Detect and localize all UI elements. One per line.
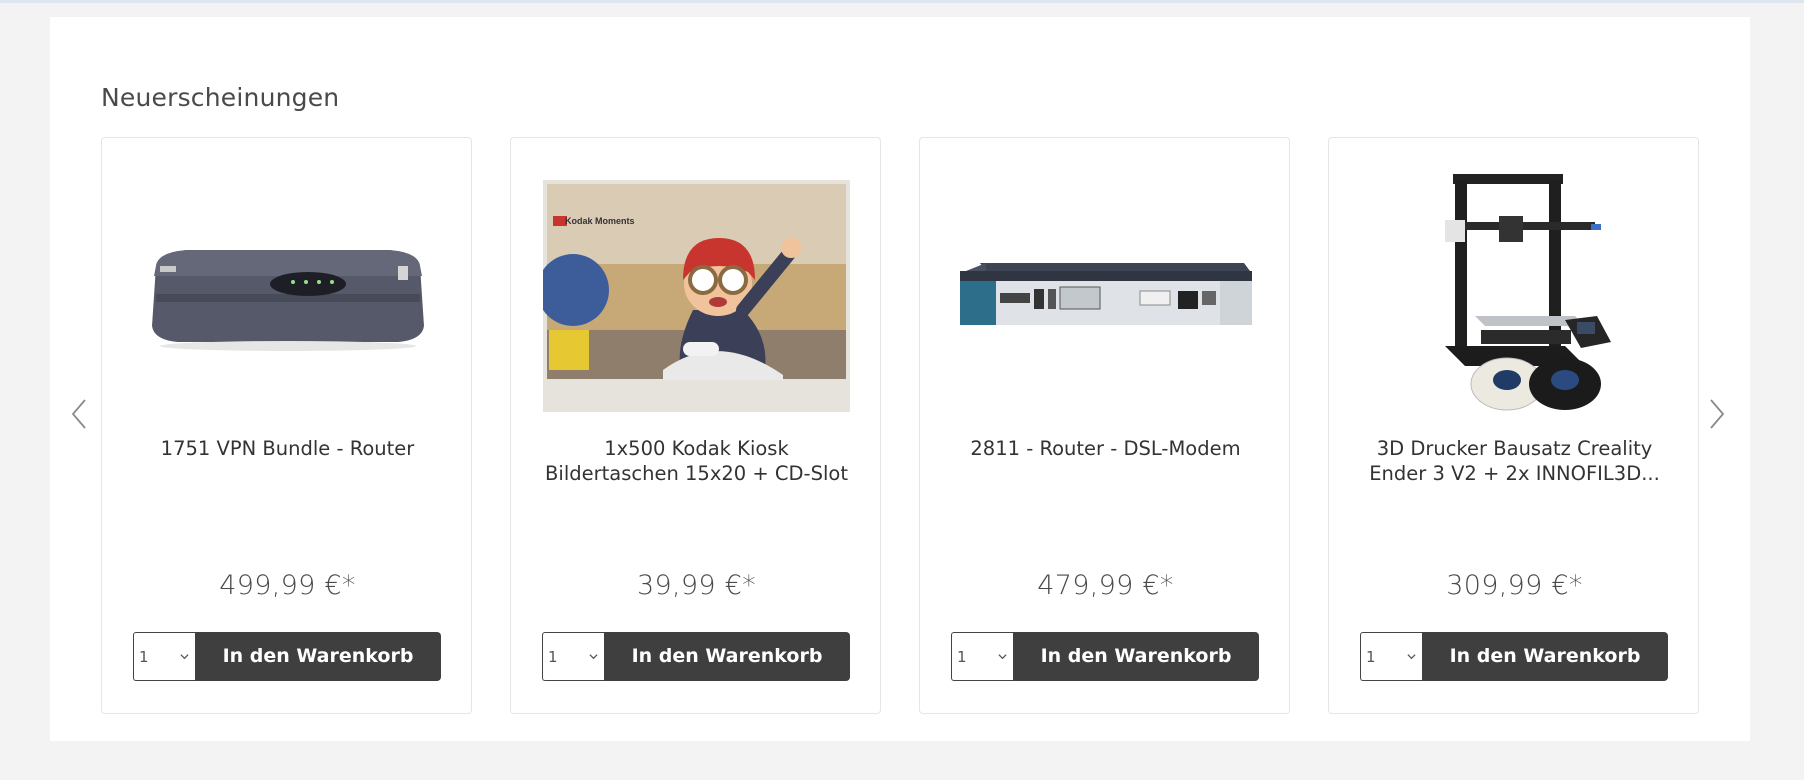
quantity-select[interactable]: 1 (1360, 632, 1422, 681)
chevron-down-icon (180, 654, 189, 660)
quantity-select[interactable]: 1 (133, 632, 195, 681)
product-image[interactable]: Kodak Moments (541, 163, 852, 428)
cisco-2811-rack-router-image (959, 262, 1252, 325)
new-releases-panel: Neuerscheinungen 1751 VPN Bundle - Route… (50, 17, 1750, 741)
product-price: 499,99 €* (219, 570, 356, 601)
chevron-right-icon (1710, 399, 1725, 429)
product-card: 2811 - Router - DSL-Modem 479,99 €* 1 In… (919, 137, 1290, 714)
product-card: Kodak Moments 1x500 Kodak Kiosk Bilderta… (510, 137, 881, 714)
kodak-moments-photo-envelope-image: Kodak Moments (543, 179, 850, 412)
product-price: 479,99 €* (1037, 570, 1174, 601)
chevron-down-icon (1407, 654, 1416, 660)
add-to-cart-button[interactable]: In den Warenkorb (1013, 632, 1259, 681)
product-name[interactable]: 2811 - Router - DSL-Modem (950, 436, 1261, 461)
creality-ender-3d-printer-image (1444, 173, 1611, 410)
product-image[interactable] (950, 163, 1261, 428)
image-brand-text: Kodak Moments (565, 216, 635, 226)
quantity-value: 1 (1366, 647, 1376, 666)
section-title: Neuerscheinungen (101, 83, 340, 112)
quantity-value: 1 (139, 647, 149, 666)
chevron-down-icon (998, 654, 1007, 660)
add-to-cart-button[interactable]: In den Warenkorb (195, 632, 441, 681)
chevron-down-icon (589, 654, 598, 660)
product-name[interactable]: 1751 VPN Bundle - Router (132, 436, 443, 461)
header-divider (0, 0, 1804, 3)
add-to-cart-button[interactable]: In den Warenkorb (604, 632, 850, 681)
product-image[interactable] (1359, 163, 1670, 428)
product-card: 1751 VPN Bundle - Router 499,99 €* 1 In … (101, 137, 472, 714)
carousel-next-button[interactable] (1702, 379, 1732, 449)
quantity-value: 1 (957, 647, 967, 666)
product-card: 3D Drucker Bausatz Creality Ender 3 V2 +… (1328, 137, 1699, 714)
product-price: 309,99 €* (1446, 570, 1583, 601)
add-to-cart-button[interactable]: In den Warenkorb (1422, 632, 1668, 681)
product-name[interactable]: 1x500 Kodak Kiosk Bildertaschen 15x20 + … (541, 436, 852, 486)
product-name[interactable]: 3D Drucker Bausatz Creality Ender 3 V2 +… (1359, 436, 1670, 486)
cisco-1751-router-image (151, 249, 424, 351)
product-price: 39,99 €* (637, 570, 756, 601)
quantity-value: 1 (548, 647, 558, 666)
carousel-prev-button[interactable] (64, 379, 94, 449)
chevron-left-icon (71, 399, 86, 429)
quantity-select[interactable]: 1 (542, 632, 604, 681)
product-image[interactable] (132, 163, 443, 428)
quantity-select[interactable]: 1 (951, 632, 1013, 681)
